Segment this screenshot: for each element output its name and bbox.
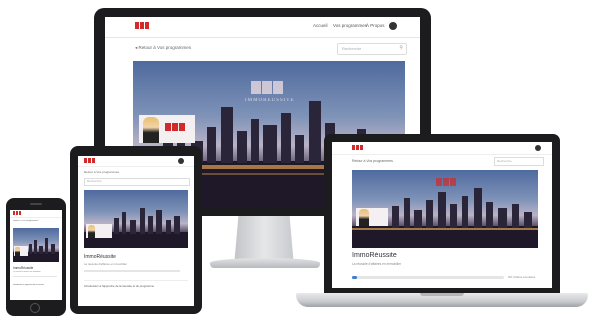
laptop-brand-logo[interactable]: [352, 145, 363, 150]
phone-progress-bar: [13, 276, 57, 277]
phone-earpiece: [30, 203, 42, 205]
laptop-lid: Retour à Vos programmes Recherche ImmoRé…: [324, 134, 560, 294]
phone-program-subtitle: La réussite d'affaires en immobilier: [13, 271, 41, 273]
laptop-back-link[interactable]: Retour à Vos programmes: [352, 159, 393, 163]
laptop-notch: [420, 293, 464, 296]
tablet-progress-bar: [84, 270, 180, 272]
laptop-progress-bar: [352, 276, 504, 279]
laptop-search-placeholder: Recherche: [497, 159, 512, 163]
laptop-progress-fill: [352, 276, 357, 279]
tablet-search-placeholder: Recherche: [87, 179, 102, 183]
phone-program-title: ImmoRéussite: [13, 266, 34, 270]
laptop-search-input[interactable]: Recherche: [494, 157, 544, 166]
phone-back-link[interactable]: Retour à Vos programmes: [13, 220, 39, 222]
tablet-skyline: [84, 208, 188, 248]
back-link-label: Retour à Vos programmes: [138, 45, 192, 50]
tablet-screen: Retour à Vos programmes Recherche ImmoRé…: [78, 156, 194, 306]
banner-logo: [251, 81, 283, 94]
laptop-banner-logo: [436, 178, 456, 186]
nav-accueil[interactable]: Accueil: [313, 23, 328, 28]
tablet-device: Retour à Vos programmes Recherche ImmoRé…: [70, 146, 202, 314]
nav-vos-programmes[interactable]: Vos programmes: [333, 23, 367, 28]
monitor-base: [210, 258, 320, 268]
card-logo: [165, 123, 185, 131]
tablet-header: [78, 156, 194, 167]
back-link[interactable]: ◂ Retour à Vos programmes: [135, 45, 191, 51]
laptop-progress-label: 0% Vidéos écoutées: [508, 275, 536, 279]
tablet-list-item[interactable]: Introduction à l'approche de la réussite…: [84, 284, 188, 288]
phone-header: [10, 210, 62, 218]
laptop-presenter-card: [356, 208, 388, 226]
phone-screen: Retour à Vos programmes ImmoRéussite La …: [10, 210, 62, 300]
phone-presenter-photo: [15, 247, 20, 256]
search-placeholder: Recherche: [342, 46, 362, 51]
tablet-search-input[interactable]: Recherche: [84, 178, 190, 186]
tablet-program-banner: [84, 190, 188, 248]
monitor-neck: [234, 216, 294, 260]
laptop-program-subtitle: La réussite d'affaires en immobilier: [352, 262, 402, 266]
tablet-program-title: ImmoRéussite: [84, 254, 116, 260]
tablet-menu-icon[interactable]: [178, 158, 184, 164]
tablet-divider: [84, 280, 188, 281]
phone-skyline: [13, 238, 59, 262]
tablet-presenter-photo: [88, 225, 95, 238]
phone-presenter-card: [14, 246, 28, 256]
phone-program-banner: [13, 228, 59, 262]
laptop-screen: Retour à Vos programmes Recherche ImmoRé…: [332, 142, 552, 288]
phone-device: Retour à Vos programmes ImmoRéussite La …: [6, 198, 66, 316]
tablet-back-link[interactable]: Retour à Vos programmes: [84, 170, 119, 174]
presenter-photo: [143, 117, 159, 143]
brand-logo[interactable]: [135, 22, 149, 29]
presenter-card: [139, 115, 195, 143]
laptop-program-title: ImmoRéussite: [352, 252, 397, 259]
phone-list-item[interactable]: Introduction à l'approche de la réussite: [13, 284, 59, 286]
tablet-presenter-card: [86, 224, 112, 238]
phone-home-button[interactable]: [30, 303, 40, 313]
phone-brand-logo[interactable]: [13, 211, 21, 215]
banner-brand-text: IMMORÉUSSITE: [245, 98, 295, 103]
tablet-brand-logo[interactable]: [84, 158, 95, 163]
search-icon[interactable]: ⚲: [399, 45, 403, 51]
nav-a-propos[interactable]: À Propos: [366, 23, 385, 28]
laptop-header: [332, 142, 552, 155]
laptop-base: [296, 293, 588, 307]
laptop-avatar[interactable]: [535, 145, 541, 151]
laptop-presenter-photo: [359, 209, 369, 226]
search-input[interactable]: Recherche ⚲: [337, 43, 407, 55]
tablet-program-subtitle: La réussite d'affaires en immobilier: [84, 262, 128, 266]
desktop-header: Accueil Vos programmes À Propos: [105, 17, 420, 38]
avatar[interactable]: [389, 22, 397, 30]
laptop-program-banner: [352, 170, 538, 248]
